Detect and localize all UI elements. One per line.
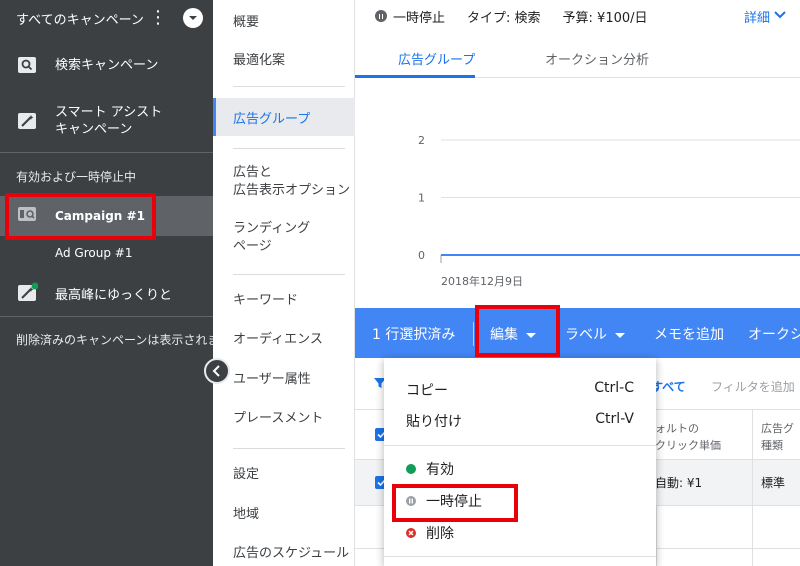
divider: [384, 445, 656, 446]
label-menu-button[interactable]: ラベル: [565, 324, 625, 344]
nav-item-recommendations[interactable]: 最適化案: [233, 52, 285, 70]
enabled-dot-icon: [406, 464, 416, 474]
section-label: 有効および一時停止中: [16, 170, 137, 184]
nav-item-audiences[interactable]: オーディエンス: [233, 331, 323, 349]
nav-item-overview[interactable]: 概要: [233, 14, 259, 32]
paused-icon: [406, 496, 416, 506]
deleted-campaigns-note: 削除済みのキャンペーンは表示されま: [16, 333, 220, 347]
nav-item-label: 広告グループ: [233, 112, 311, 127]
nav-item-demographics[interactable]: ユーザー属性: [233, 371, 311, 389]
tab-auction-insights[interactable]: オークション分析: [545, 49, 649, 68]
campaign-budget: 予算: ¥100/日: [562, 10, 648, 26]
chevron-left-icon: [212, 365, 220, 377]
menu-item-label: 一時停止: [426, 494, 482, 510]
tab-ad-groups[interactable]: 広告グループ: [398, 49, 475, 68]
collapse-sidebar-button[interactable]: [204, 358, 230, 384]
cell-default-cpc: 自動: ¥1: [655, 476, 703, 490]
x-tick-label: 2018年12月9日: [441, 274, 523, 288]
chevron-down-icon[interactable]: [774, 10, 786, 20]
bulk-action-bar: 1 行選択済み 編集 ラベル メモを追加 オークシ: [355, 308, 800, 358]
divider: [233, 274, 345, 275]
sidebar-item-search-campaign[interactable]: 検索キャンペーン: [0, 42, 158, 88]
sidebar-item-label: スマート アシスト キャンペーン: [55, 105, 163, 137]
menu-item-copy[interactable]: コピー: [406, 380, 448, 400]
nav-item-keywords[interactable]: キーワード: [233, 292, 298, 310]
divider: [473, 322, 474, 346]
caret-down-icon: [615, 332, 625, 338]
nav-item-locations[interactable]: 地域: [233, 506, 259, 524]
more-vert-icon[interactable]: ⋮: [149, 9, 167, 27]
remove-x-icon: [406, 528, 416, 538]
nav-item-placements[interactable]: プレースメント: [233, 410, 323, 428]
magic-wand-icon: [16, 282, 39, 304]
menu-item-pause[interactable]: 一時停止: [406, 491, 482, 511]
menu-item-label: 有効: [426, 462, 454, 478]
column-header-default-cpc[interactable]: ォルトの クリック単価: [655, 420, 721, 454]
sidebar-item-ad-group[interactable]: Ad Group #1: [55, 246, 132, 260]
copy-shortcut: Ctrl-C: [594, 380, 634, 396]
sidebar-item-peak[interactable]: 最高峰にゆっくりと: [16, 282, 172, 304]
selected-count: 1 行選択済み: [372, 327, 456, 343]
search-campaign-icon: [16, 54, 38, 76]
divider: [0, 316, 213, 317]
sidebar-title: すべてのキャンペーン: [16, 12, 144, 28]
column-divider: [752, 410, 753, 566]
sidebar-item-label: 最高峰にゆっくりと: [55, 287, 173, 303]
expand-circle-icon[interactable]: [183, 8, 203, 28]
magic-wand-icon: [16, 110, 38, 132]
y-tick-label: 0: [418, 249, 425, 262]
nav-item-ads-extensions[interactable]: 広告と 広告表示オプション: [233, 164, 350, 200]
menu-item-remove[interactable]: 削除: [406, 523, 454, 543]
paused-status-icon: [375, 10, 387, 22]
page-menu: 概要 最適化案 広告グループ 広告と 広告表示オプション ランディング ページ …: [213, 0, 355, 566]
auction-button[interactable]: オークシ: [748, 324, 800, 344]
divider: [233, 86, 345, 87]
edit-label: 編集: [490, 327, 518, 343]
paste-shortcut: Ctrl-V: [595, 411, 634, 427]
y-tick-label: 1: [418, 192, 425, 205]
cell-ad-group-type: 標準: [761, 476, 786, 490]
chart-canvas: 2 1 0 2018年12月9日: [418, 134, 800, 288]
edit-menu-button[interactable]: 編集: [490, 324, 536, 344]
nav-item-settings[interactable]: 設定: [233, 466, 259, 484]
add-filter-input[interactable]: フィルタを追加: [711, 378, 795, 395]
campaign-status-bar: 一時停止 タイプ: 検索 予算: ¥100/日 詳細: [355, 0, 800, 32]
column-divider: [656, 506, 657, 566]
nav-item-landing-pages[interactable]: ランディング ページ: [233, 220, 310, 256]
sidebar-item-campaign[interactable]: Campaign #1: [0, 196, 213, 236]
y-tick-label: 2: [418, 134, 425, 147]
menu-item-label: 削除: [426, 526, 454, 542]
details-link[interactable]: 詳細: [744, 7, 770, 26]
divider: [233, 148, 345, 149]
sidebar-item-smart-assist[interactable]: スマート アシスト キャンペーン: [0, 96, 162, 146]
add-note-button[interactable]: メモを追加: [654, 324, 724, 344]
nav-item-ad-schedule[interactable]: 広告のスケジュール: [233, 545, 349, 563]
campaign-status[interactable]: 一時停止: [393, 7, 445, 26]
divider: [233, 448, 345, 449]
edit-dropdown-menu: コピー Ctrl-C 貼り付け Ctrl-V 有効 一時停止 削除: [384, 358, 656, 566]
menu-item-paste[interactable]: 貼り付け: [406, 411, 462, 431]
campaign-icon: [16, 204, 38, 228]
column-header-ad-group-type[interactable]: 広告グ 種類: [761, 420, 794, 454]
performance-chart: 2 1 0 2018年12月9日: [355, 78, 800, 304]
nav-item-ad-groups[interactable]: 広告グループ: [213, 98, 355, 136]
campaign-selector[interactable]: すべてのキャンペーン ⋮: [0, 0, 213, 36]
filter-chip-all[interactable]: すべて: [651, 378, 686, 395]
tab-bar: 広告グループ オークション分析: [355, 32, 800, 78]
caret-down-icon: [526, 332, 536, 338]
campaign-name: Campaign #1: [55, 209, 145, 223]
menu-item-enable[interactable]: 有効: [406, 459, 454, 479]
divider: [384, 556, 656, 557]
campaign-sidebar: すべてのキャンペーン ⋮ 検索キャンペーン スマート アシスト キャンペーン 有…: [0, 0, 219, 566]
sidebar-item-label: 検索キャンペーン: [55, 57, 159, 73]
campaign-type: タイプ: 検索: [467, 10, 541, 26]
label-label: ラベル: [565, 327, 607, 343]
